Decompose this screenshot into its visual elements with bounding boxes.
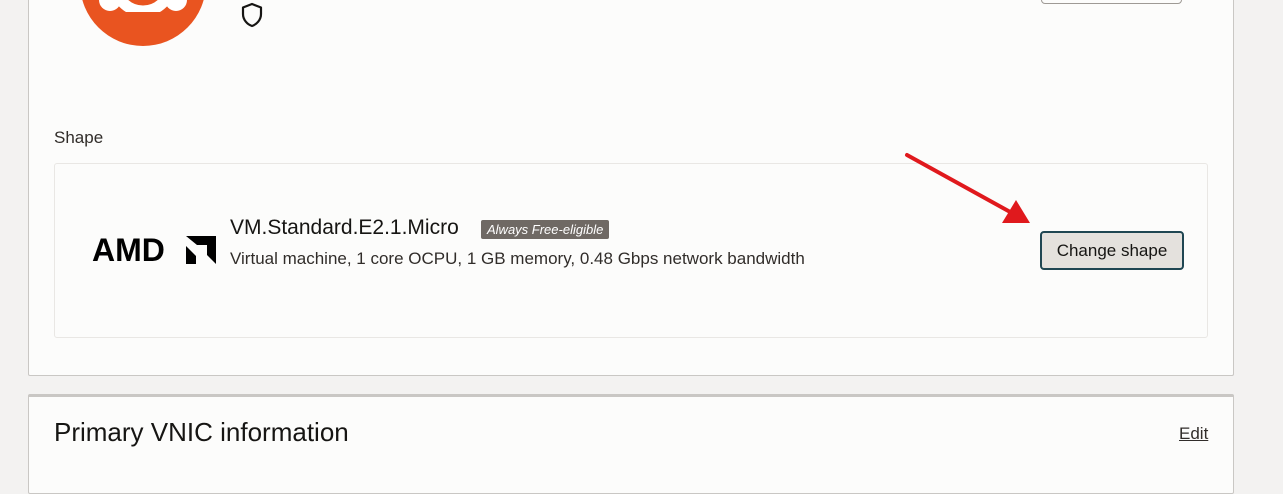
shape-name: VM.Standard.E2.1.Micro [230, 216, 459, 239]
amd-logo: AMD [92, 234, 216, 266]
top-action-button[interactable] [1041, 0, 1182, 4]
shape-section-label: Shape [54, 128, 104, 147]
shape-description: Virtual machine, 1 core OCPU, 1 GB memor… [230, 249, 805, 268]
ubuntu-logo-icon [82, 0, 204, 46]
vnic-edit-link[interactable]: Edit [1179, 424, 1208, 444]
vnic-section-title: Primary VNIC information [54, 417, 349, 447]
red-annotation-arrow-icon [905, 153, 1030, 223]
amd-logo-text: AMD [92, 234, 165, 266]
always-free-badge: Always Free-eligible [481, 220, 610, 239]
shield-icon [241, 2, 263, 28]
change-shape-button[interactable]: Change shape [1040, 231, 1184, 270]
